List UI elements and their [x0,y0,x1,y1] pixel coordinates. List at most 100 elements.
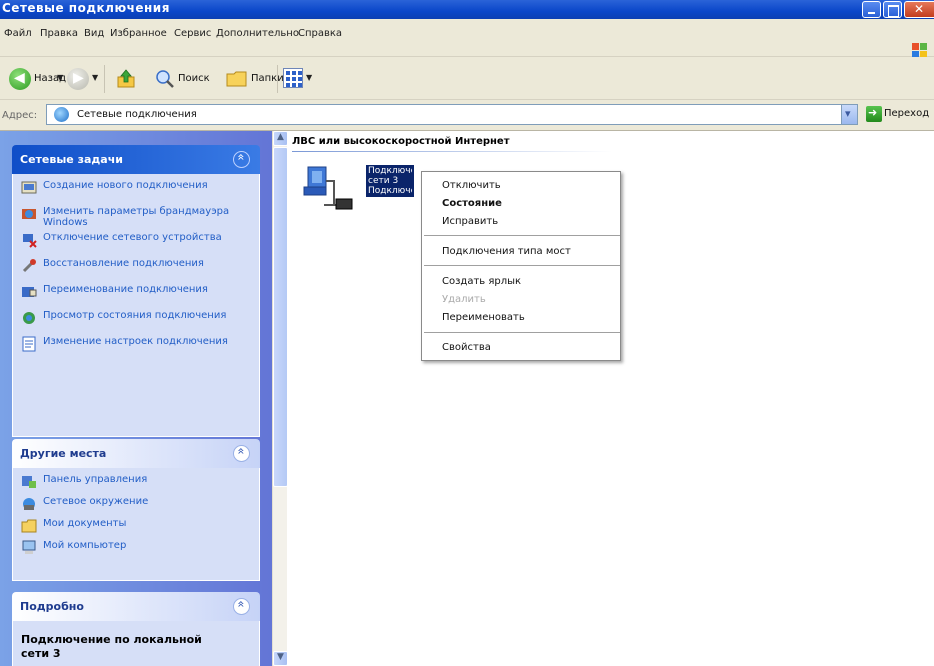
task-label: Отключение сетевого устройства [43,232,222,243]
network-tasks-title: Сетевые задачи [20,153,123,166]
settings-icon [22,336,36,352]
task-label: Создание нового подключения [43,180,208,191]
task-label: Переименование подключения [43,284,208,295]
disable-device-icon [23,234,37,248]
scroll-up-icon[interactable] [273,131,288,146]
details-panel: Подробно Подключение по локальной сети 3 [12,592,260,666]
ctx-create-shortcut[interactable]: Создать ярлык [442,276,521,287]
scroll-thumb[interactable] [273,147,288,487]
network-tasks-body: Создание нового подключения Изменить пар… [12,174,260,437]
title-bar: Сетевые подключения [0,0,934,19]
search-icon[interactable] [155,69,175,89]
details-name-line2: сети 3 [21,647,61,660]
ctx-separator [424,265,620,266]
menu-help[interactable]: Справка [298,28,342,39]
other-places-body: Панель управления Сетевое окружение Мои … [12,468,260,581]
connection-name-line1: Подключение [368,166,412,176]
scroll-down-icon[interactable] [273,651,288,666]
menu-favorites[interactable]: Избранное [110,28,167,39]
task-new-connection[interactable]: Создание нового подключения [21,180,251,204]
folders-icon[interactable] [226,70,248,88]
task-pane: Сетевые задачи Создание нового подключен… [0,131,272,666]
task-view-status[interactable]: Просмотр состояния подключения [21,310,251,334]
place-my-computer[interactable]: Мой компьютер [21,540,251,560]
task-repair-connection[interactable]: Восстановление подключения [21,258,251,282]
task-change-settings[interactable]: Изменение настроек подключения [21,336,251,360]
control-panel-icon [22,476,36,488]
place-label: Панель управления [43,474,148,485]
back-arrow-icon: ◀ [14,70,25,86]
window-title: Сетевые подключения [2,1,170,15]
menu-tools[interactable]: Сервис [174,28,211,39]
forward-button[interactable]: ▶ [67,68,89,90]
address-input[interactable]: Сетевые подключения [46,104,858,125]
collapse-chevron-icon[interactable] [233,445,250,462]
ctx-repair[interactable]: Исправить [442,216,498,227]
ctx-status[interactable]: Состояние [442,198,502,209]
place-control-panel[interactable]: Панель управления [21,474,251,494]
close-button[interactable] [904,1,934,18]
back-dropdown-icon[interactable]: ▼ [57,73,63,82]
place-label: Мои документы [43,518,127,529]
repair-icon [22,259,36,273]
task-label: Изменить параметры брандмауэра Windows [43,206,230,228]
go-button[interactable]: Переход [884,108,929,119]
other-places-header[interactable]: Другие места [12,439,260,468]
context-menu: Отключить Состояние Исправить Подключени… [421,171,621,361]
task-rename-connection[interactable]: Переименование подключения [21,284,251,308]
my-documents-icon [21,519,37,533]
ctx-rename[interactable]: Переименовать [442,312,525,323]
task-firewall-settings[interactable]: Изменить параметры брандмауэра Windows [21,206,251,230]
toolbar: ◀ Назад ▼ ▶ ▼ Поиск Папки ▼ [0,57,934,100]
views-icon[interactable] [283,68,303,88]
collapse-chevron-icon[interactable] [233,151,250,168]
my-computer-icon [22,540,36,554]
status-icon [23,312,35,324]
ctx-bridge-connections[interactable]: Подключения типа мост [442,246,571,257]
new-connection-icon [21,181,37,194]
network-tasks-header[interactable]: Сетевые задачи [12,145,260,174]
task-disable-device[interactable]: Отключение сетевого устройства [21,232,251,256]
address-value: Сетевые подключения [77,109,197,120]
details-name-line1: Подключение по локальной [21,633,202,646]
menu-file[interactable]: Файл [4,28,32,39]
ctx-properties[interactable]: Свойства [442,342,491,353]
ctx-separator [424,235,620,236]
minimize-button[interactable] [862,1,881,18]
menu-view[interactable]: Вид [84,28,104,39]
connection-label[interactable]: Подключение сети 3 Подключено [366,165,414,197]
ctx-delete: Удалить [442,294,486,305]
place-network[interactable]: Сетевое окружение [21,496,251,516]
place-my-documents[interactable]: Мои документы [21,518,251,538]
task-label: Просмотр состояния подключения [43,310,227,321]
network-tasks-panel: Сетевые задачи Создание нового подключен… [12,145,260,437]
folders-label[interactable]: Папки [251,73,284,84]
connection-name-line2: сети 3 [368,176,399,186]
other-places-title: Другие места [20,447,107,460]
firewall-icon [22,209,36,219]
task-pane-scrollbar[interactable] [272,131,288,666]
details-body: Подключение по локальной сети 3 [12,621,260,666]
forward-dropdown-icon[interactable]: ▼ [92,73,98,82]
search-label[interactable]: Поиск [178,73,210,84]
views-dropdown-icon[interactable]: ▼ [306,73,312,82]
go-icon[interactable] [866,106,882,122]
place-label: Сетевое окружение [43,496,149,507]
network-connection-icon[interactable] [300,161,360,216]
network-connections-icon [54,107,69,122]
ctx-disconnect[interactable]: Отключить [442,180,501,191]
menu-bar: Файл Правка Вид Избранное Сервис Дополни… [0,19,934,58]
address-dropdown-button[interactable] [841,105,857,124]
back-button[interactable]: ◀ [9,68,31,90]
menu-advanced[interactable]: Дополнительно [216,28,299,39]
maximize-button[interactable] [883,1,902,18]
connection-status: Подключено [368,186,412,196]
network-places-icon [23,498,35,510]
menu-edit[interactable]: Правка [40,28,78,39]
toolbar-separator [104,65,105,93]
collapse-chevron-icon[interactable] [233,598,250,615]
details-header[interactable]: Подробно [12,592,260,621]
rename-icon [22,287,37,297]
task-label: Восстановление подключения [43,258,204,269]
folder-up-icon[interactable] [116,69,136,89]
